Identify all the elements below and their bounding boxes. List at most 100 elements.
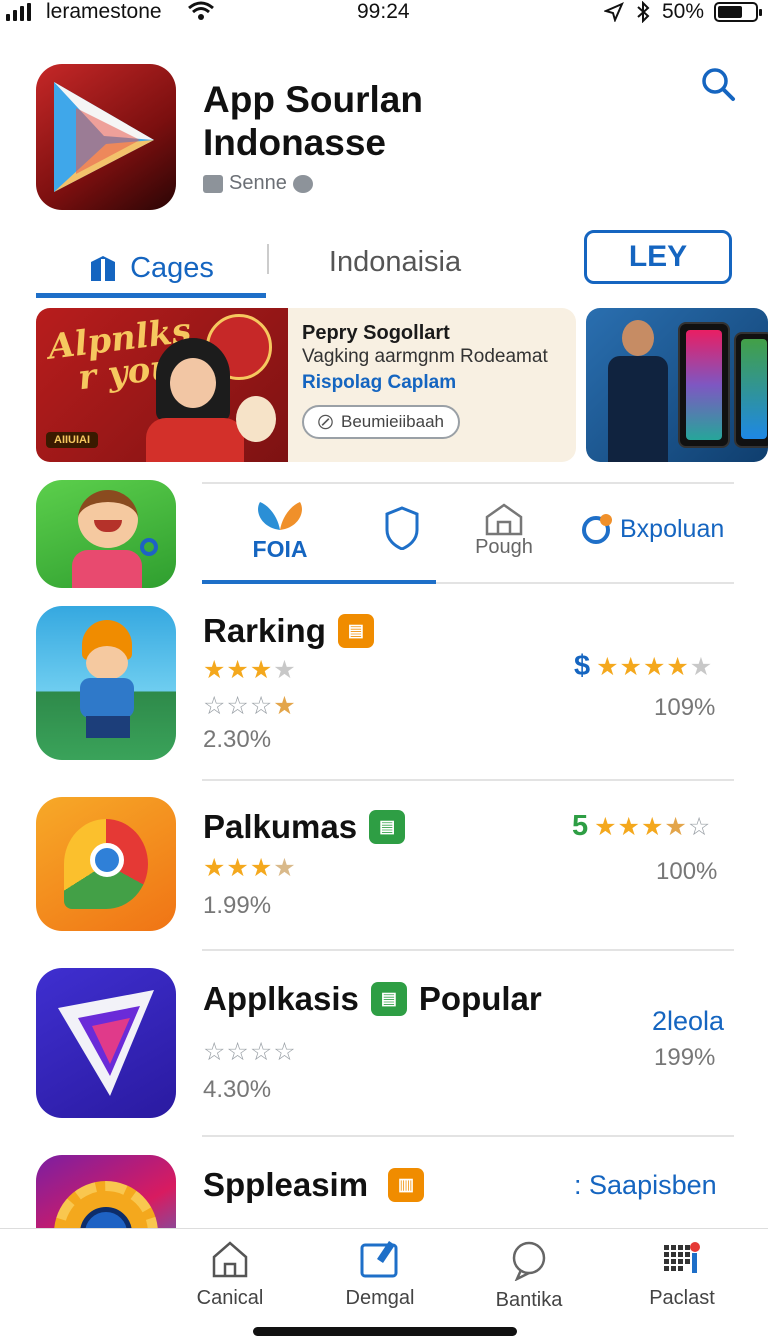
app-name: Palkumas	[203, 808, 358, 845]
app-icon-rarking[interactable]	[36, 606, 176, 760]
phone-mockup	[678, 322, 730, 448]
edit-icon	[360, 1241, 398, 1278]
banner-button-label: Beumieiibaah	[340, 412, 444, 431]
percent-right: 109%	[654, 694, 716, 721]
explore-icon	[582, 514, 612, 544]
category-pough[interactable]: Pough	[454, 502, 554, 559]
cartoon-body	[72, 550, 142, 588]
developer-name: Senne	[229, 172, 287, 194]
location-icon	[604, 2, 624, 22]
right-label[interactable]: 2leola	[652, 1006, 724, 1037]
book-badge-icon: ▤	[369, 810, 406, 844]
percent-right: 100%	[656, 858, 718, 885]
app-logo	[36, 64, 176, 210]
app-title-row: Sppleasim ▥	[203, 1166, 425, 1204]
banner-subtitle: Vagking aarmgnm Rodeamat	[302, 346, 548, 367]
key-icon	[140, 538, 158, 556]
category-label: Bxpoluan	[620, 514, 725, 543]
tab-divider	[267, 244, 269, 274]
app-name: Sppleasim	[203, 1166, 369, 1203]
popular-label: Popular	[418, 980, 542, 1017]
category-label: Pough	[475, 536, 533, 558]
cartoon-face	[78, 490, 138, 548]
pencil-icon	[318, 414, 333, 430]
home-small-icon	[203, 174, 223, 193]
page-title: App Sourlan Indonasse	[203, 79, 423, 163]
percent-left: 2.30%	[203, 726, 272, 753]
person-body	[146, 418, 244, 462]
logo-center	[90, 843, 124, 877]
kids-app-icon[interactable]	[36, 480, 176, 588]
home-indicator[interactable]	[253, 1327, 517, 1336]
app-title-row: Applkasis ▤ Popular	[203, 980, 542, 1018]
nav-paclast[interactable]: Paclast	[612, 1239, 752, 1310]
status-bar: leramestone 99:24 50%	[0, 0, 768, 28]
nav-label: Canical	[196, 1287, 264, 1309]
signal-icon	[6, 3, 31, 21]
kid-body	[80, 678, 134, 718]
price-rating: 5 ★★★★☆	[572, 810, 712, 842]
percent-right: 199%	[654, 1044, 716, 1071]
category-top-divider	[202, 482, 734, 484]
right-label: Saapisben	[589, 1170, 717, 1200]
nav-canical[interactable]: Canical	[160, 1239, 300, 1310]
nav-label: Bantika	[495, 1289, 563, 1311]
banner-link[interactable]: Rispolag Caplam	[302, 372, 456, 394]
kid-shorts	[86, 716, 130, 738]
app-title-row: Palkumas ▤	[203, 808, 406, 846]
home-icon	[212, 1241, 248, 1278]
banner-artwork: Alpnlks r you AIIUIAI	[36, 308, 288, 462]
promo-banner[interactable]: Alpnlks r you AIIUIAI Pepry Sogollart Va…	[36, 308, 576, 462]
wifi-icon	[188, 1, 214, 20]
search-icon[interactable]	[700, 66, 736, 102]
app-title-row: Rarking ▤	[203, 612, 374, 650]
presenter-body	[608, 356, 668, 462]
app-name: Applkasis	[203, 980, 359, 1017]
row-divider	[202, 949, 734, 951]
butterfly-icon	[258, 502, 302, 530]
percent-left: 4.30%	[203, 1076, 272, 1103]
category-divider	[436, 582, 734, 584]
tab-indonaisia[interactable]: Indonaisia	[300, 238, 490, 286]
dot-icon: :	[574, 1170, 582, 1200]
battery-icon	[714, 2, 762, 22]
book-icon	[91, 256, 116, 281]
nav-bantika[interactable]: Bantika	[459, 1239, 599, 1312]
rating-stars: ☆☆☆☆	[203, 1038, 297, 1066]
book-badge-icon: ▤	[337, 614, 374, 648]
category-label: FOIA	[252, 536, 308, 562]
rating-stars: ★★★★	[203, 656, 297, 684]
banner-title: Pepry Sogollart	[302, 322, 450, 344]
category-bxpoluan[interactable]: Bxpoluan	[580, 512, 724, 546]
app-icon-palkumas[interactable]	[36, 797, 176, 931]
app-icon-applkasis[interactable]	[36, 968, 176, 1118]
shield-icon	[385, 506, 419, 550]
price: $	[574, 650, 591, 682]
tab-label: Indonaisia	[328, 245, 462, 278]
app-name: Rarking	[203, 612, 326, 649]
right-label-row[interactable]: : Saapisben	[574, 1170, 717, 1201]
nav-demgal[interactable]: Demgal	[310, 1239, 450, 1310]
badge-icon: ▥	[388, 1168, 425, 1202]
nav-label: Paclast	[649, 1287, 715, 1309]
house-icon	[485, 503, 523, 536]
chat-icon	[512, 1241, 546, 1281]
book-badge-icon: ▤	[370, 982, 407, 1016]
tab-cages[interactable]: Cages	[36, 238, 266, 298]
kid-face	[86, 646, 128, 680]
ley-button[interactable]: LEY	[584, 230, 732, 284]
price: 5	[572, 810, 589, 842]
nav-label: Demgal	[345, 1287, 415, 1309]
child-figure	[236, 396, 276, 442]
price-rating: $ ★★★★★	[574, 650, 714, 682]
banner-button[interactable]: Beumieiibaah	[302, 405, 460, 439]
presenter-head	[622, 320, 654, 356]
row-divider	[202, 779, 734, 781]
category-shield[interactable]	[372, 506, 432, 550]
phone-mockup-2	[734, 332, 768, 448]
bluetooth-icon	[637, 1, 650, 23]
rating-stars-secondary: ☆☆☆★	[203, 692, 297, 720]
promo-banner-2[interactable]	[586, 308, 768, 462]
category-foia[interactable]: FOIA	[230, 498, 330, 563]
active-tab-indicator	[36, 293, 266, 298]
